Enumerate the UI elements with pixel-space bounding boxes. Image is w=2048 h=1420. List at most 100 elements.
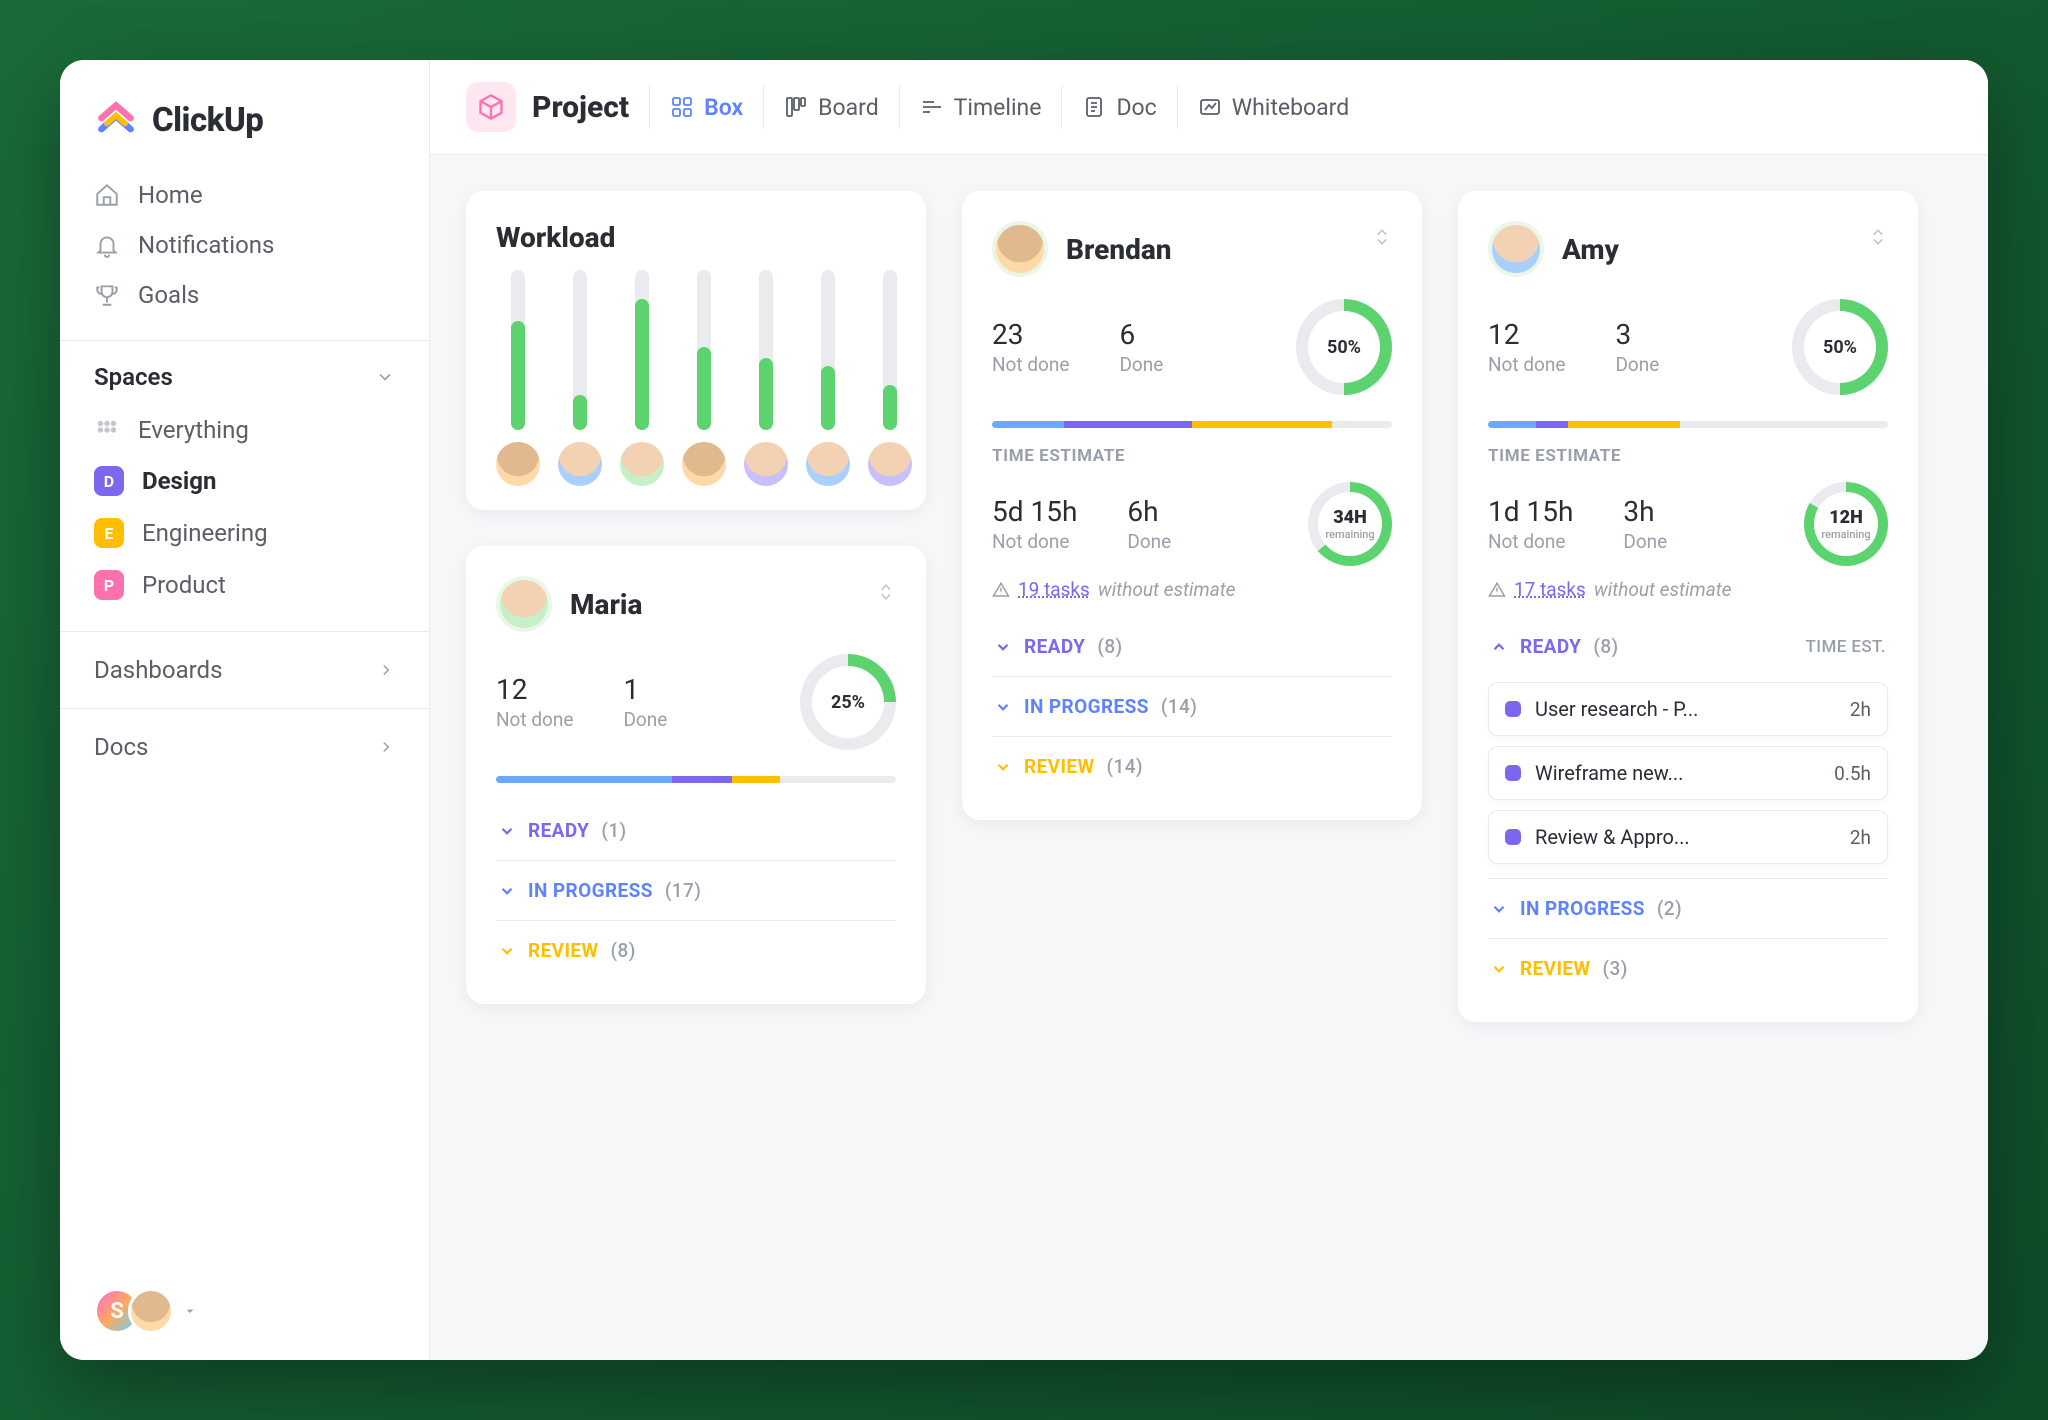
person-avatar[interactable]	[496, 576, 552, 632]
person-avatar[interactable]	[620, 442, 664, 486]
person-card-brendan: Brendan 23Not done 6Done 50% TIME ESTIMA…	[962, 191, 1422, 820]
not-done-count: 12	[1488, 318, 1565, 351]
time-estimate-header: TIME ESTIMATE	[992, 446, 1392, 466]
board-column: Amy 12Not done 3Done 50% TIME ESTIMATE 1…	[1458, 191, 1918, 1022]
view-label: Box	[704, 94, 743, 121]
app-window: ClickUp Home Notifications Goals Spaces	[60, 60, 1988, 1360]
task-name: Wireframe new...	[1535, 761, 1820, 785]
board-column: Brendan 23Not done 6Done 50% TIME ESTIMA…	[962, 191, 1422, 820]
workload-bar[interactable]	[806, 270, 850, 486]
sidebar-section-dashboards[interactable]: Dashboards	[60, 631, 429, 708]
task-item[interactable]: Review & Appro... 2h	[1488, 810, 1888, 864]
no-estimate-row[interactable]: 17 tasks without estimate	[1488, 578, 1888, 601]
nav-goals[interactable]: Goals	[80, 270, 409, 320]
workload-bar[interactable]	[620, 270, 664, 486]
app-logo[interactable]: ClickUp	[60, 60, 429, 166]
spaces-header-label: Spaces	[94, 363, 173, 391]
chevron-down-icon	[994, 758, 1012, 776]
status-group-review[interactable]: REVIEW (14)	[992, 736, 1392, 796]
grid-icon	[94, 417, 120, 443]
main-area: Project BoxBoardTimelineDocWhiteboard Wo…	[430, 60, 1988, 1360]
user-avatar-photo[interactable]	[128, 1288, 174, 1334]
status-group-in-progress[interactable]: IN PROGRESS (14)	[992, 676, 1392, 736]
status-name: READY	[528, 819, 589, 842]
sidebar-section-docs[interactable]: Docs	[60, 708, 429, 785]
chevron-down-icon	[498, 942, 516, 960]
space-product[interactable]: PProduct	[80, 559, 409, 611]
workload-bar[interactable]	[558, 270, 602, 486]
person-avatar[interactable]	[992, 221, 1048, 277]
status-group-in-progress[interactable]: IN PROGRESS (17)	[496, 860, 896, 920]
sidebar-footer[interactable]: S	[60, 1262, 429, 1360]
person-name: Maria	[570, 588, 642, 621]
person-avatar[interactable]	[868, 442, 912, 486]
sidebar: ClickUp Home Notifications Goals Spaces	[60, 60, 430, 1360]
person-card-maria: Maria 12Not done 1Done 25% READY (1) IN …	[466, 546, 926, 1004]
no-estimate-link[interactable]: 19 tasks	[1018, 578, 1090, 601]
task-name: User research - P...	[1535, 697, 1836, 721]
progress-donut: 50%	[1792, 299, 1888, 395]
space-label: Engineering	[142, 519, 268, 547]
app-name: ClickUp	[152, 101, 263, 140]
chevron-down-icon	[994, 698, 1012, 716]
person-avatar[interactable]	[806, 442, 850, 486]
person-avatar[interactable]	[682, 442, 726, 486]
no-estimate-link[interactable]: 17 tasks	[1514, 578, 1586, 601]
space-label: Design	[142, 467, 216, 495]
status-count: (14)	[1161, 695, 1197, 718]
space-engineering[interactable]: EEngineering	[80, 507, 409, 559]
status-group-ready[interactable]: READY (1)	[496, 801, 896, 860]
space-design[interactable]: DDesign	[80, 455, 409, 507]
status-count: (8)	[1593, 635, 1618, 658]
chevron-down-icon	[498, 882, 516, 900]
chevron-right-icon	[377, 738, 395, 756]
no-estimate-row[interactable]: 19 tasks without estimate	[992, 578, 1392, 601]
task-estimate: 2h	[1850, 698, 1871, 721]
view-doc[interactable]: Doc	[1061, 86, 1176, 129]
expand-icon[interactable]	[1868, 227, 1888, 251]
task-item[interactable]: User research - P... 2h	[1488, 682, 1888, 736]
time-estimate-header: TIME ESTIMATE	[1488, 446, 1888, 466]
status-group-review[interactable]: REVIEW (8)	[496, 920, 896, 980]
task-item[interactable]: Wireframe new... 0.5h	[1488, 746, 1888, 800]
view-board[interactable]: Board	[763, 86, 899, 129]
workload-bar[interactable]	[868, 270, 912, 486]
project-icon-chip[interactable]	[466, 82, 516, 132]
person-avatar[interactable]	[744, 442, 788, 486]
workload-bar[interactable]	[496, 270, 540, 486]
person-avatar[interactable]	[496, 442, 540, 486]
expand-icon[interactable]	[876, 582, 896, 606]
board-view-icon	[784, 95, 808, 119]
status-group-in-progress[interactable]: IN PROGRESS (2)	[1488, 878, 1888, 938]
te-total: 34H	[1333, 507, 1367, 528]
person-avatar[interactable]	[1488, 221, 1544, 277]
status-group-ready[interactable]: READY (8)	[992, 617, 1392, 676]
nav-label: Goals	[138, 281, 199, 309]
view-timeline[interactable]: Timeline	[899, 86, 1062, 129]
status-group-review[interactable]: REVIEW (3)	[1488, 938, 1888, 998]
expand-icon[interactable]	[1372, 227, 1392, 251]
spaces-header[interactable]: Spaces	[60, 340, 429, 401]
status-count: (8)	[1097, 635, 1122, 658]
not-done-count: 23	[992, 318, 1069, 351]
caret-down-icon[interactable]	[182, 1303, 198, 1319]
nav-label: Home	[138, 181, 203, 209]
status-name: REVIEW	[528, 939, 599, 962]
space-everything[interactable]: Everything	[80, 405, 409, 455]
chevron-down-icon	[498, 822, 516, 840]
trophy-icon	[94, 282, 120, 308]
te-sub: remaining	[1325, 528, 1374, 541]
te-total: 12H	[1829, 507, 1863, 528]
view-box[interactable]: Box	[649, 86, 763, 129]
view-whiteboard[interactable]: Whiteboard	[1177, 86, 1369, 129]
workload-bar[interactable]	[744, 270, 788, 486]
task-estimate: 0.5h	[1834, 762, 1871, 785]
done-count: 1	[623, 673, 667, 706]
nav-notifications[interactable]: Notifications	[80, 220, 409, 270]
nav-home[interactable]: Home	[80, 170, 409, 220]
status-group-ready[interactable]: READY (8) TIME EST.	[1488, 617, 1888, 676]
workload-track	[511, 270, 525, 430]
workload-bar[interactable]	[682, 270, 726, 486]
chevron-right-icon	[377, 661, 395, 679]
person-avatar[interactable]	[558, 442, 602, 486]
